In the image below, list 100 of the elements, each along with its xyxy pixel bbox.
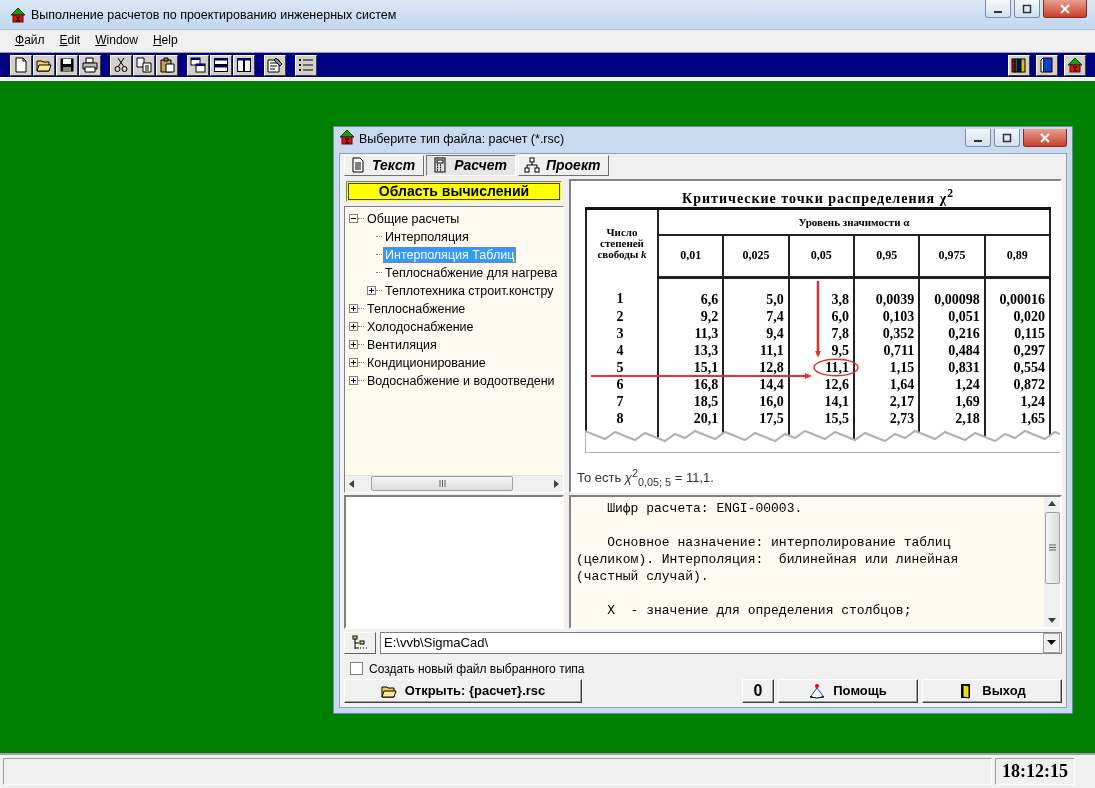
- grip-icon: [1048, 544, 1056, 552]
- table-cell: 6,0: [788, 307, 854, 325]
- properties-button[interactable]: [264, 54, 286, 76]
- expand-icon[interactable]: [349, 376, 358, 386]
- tile-vertical-button[interactable]: [233, 54, 255, 76]
- house-icon: [339, 129, 355, 145]
- column-header: Уровень значимости α: [658, 208, 1050, 235]
- home-icon: [1067, 57, 1083, 73]
- list-button[interactable]: [295, 54, 317, 76]
- dialog-title: Выберите тип файла: расчет (*.rsc): [359, 132, 565, 146]
- scroll-left-icon[interactable]: [348, 479, 355, 488]
- minimize-button[interactable]: [985, 0, 1011, 18]
- expand-icon[interactable]: [349, 322, 358, 332]
- tree-item[interactable]: Общие расчеты: [365, 210, 462, 227]
- table-cell: 0,216: [919, 324, 985, 342]
- table-cell: 6: [586, 375, 658, 393]
- checkbox[interactable]: [350, 662, 363, 676]
- table-cell: 7: [586, 392, 658, 410]
- cut-button[interactable]: [110, 54, 132, 76]
- tree-item[interactable]: Интерполяция: [383, 228, 471, 245]
- table-cell: 1: [586, 277, 658, 308]
- table-cell: 1,24: [984, 392, 1050, 410]
- tile-vertical-icon: [236, 57, 252, 73]
- home-button[interactable]: [1064, 54, 1086, 76]
- books-button[interactable]: [1008, 54, 1030, 76]
- tree-item[interactable]: Водоснабжение и водоотведени: [365, 372, 557, 389]
- tree-item[interactable]: Кондиционирование: [365, 354, 488, 371]
- properties-icon: [267, 57, 283, 73]
- table-cell: 0,872: [984, 375, 1050, 393]
- scroll-down-icon[interactable]: [1048, 617, 1056, 624]
- menu-item[interactable]: Файл: [8, 31, 53, 49]
- scissors-icon: [113, 57, 129, 73]
- open-button[interactable]: Открыть: {расчет}.rsc: [344, 678, 582, 703]
- column-header: 0,89: [984, 234, 1050, 278]
- exit-button[interactable]: Выход: [922, 678, 1062, 703]
- table-cell: 12,6: [788, 375, 854, 393]
- table-cell: 0,831: [919, 358, 985, 376]
- open-folder-button[interactable]: [33, 54, 55, 76]
- expand-icon[interactable]: [349, 358, 358, 368]
- column-header: 0,01: [658, 234, 724, 278]
- tile-horizontal-button[interactable]: [210, 54, 232, 76]
- book-button[interactable]: [1036, 54, 1058, 76]
- minimize-button[interactable]: [965, 129, 991, 147]
- copy-button[interactable]: [133, 54, 155, 76]
- maximize-icon: [1022, 3, 1032, 14]
- table-cell: 0,00098: [919, 277, 985, 308]
- expand-icon[interactable]: [349, 304, 358, 314]
- expand-icon[interactable]: [367, 286, 376, 296]
- path-combobox[interactable]: E:\vvb\SigmaCad\: [380, 631, 1062, 654]
- tree-item[interactable]: Теплоснабжение: [365, 300, 468, 317]
- table-cell: 5,0: [723, 277, 789, 308]
- tree-item[interactable]: Теплотехника строит.констру: [383, 282, 556, 299]
- tree-item[interactable]: Холодоснабжение: [365, 318, 476, 335]
- tree-icon: [352, 634, 368, 651]
- browse-button[interactable]: [344, 631, 376, 654]
- grip-icon: [438, 480, 446, 488]
- tree-item[interactable]: Вентиляция: [365, 336, 439, 353]
- hierarchy-icon: [523, 157, 540, 174]
- maximize-icon: [1002, 132, 1012, 143]
- tree-item[interactable]: Теплоснабжение для нагрева: [383, 264, 560, 281]
- menu-item[interactable]: Window: [88, 31, 146, 49]
- table-cell: 12,8: [723, 358, 789, 376]
- expand-icon[interactable]: [349, 340, 358, 350]
- table-title: Критические точки распределения χ$^{2}$: [681, 185, 955, 207]
- menu-item[interactable]: Help: [145, 31, 186, 49]
- tab[interactable]: Расчет: [426, 155, 516, 176]
- table-cell: 3,8: [788, 277, 854, 308]
- scroll-right-icon[interactable]: [553, 479, 560, 488]
- maximize-button[interactable]: [1014, 0, 1040, 18]
- table-cell: 2,18: [919, 409, 985, 427]
- clock-text: 18:12:15: [995, 758, 1075, 785]
- scroll-up-icon[interactable]: [1048, 499, 1056, 506]
- paste-button[interactable]: [156, 54, 178, 76]
- close-button[interactable]: [1023, 129, 1067, 147]
- table-cell: 9,5: [788, 341, 854, 359]
- tab[interactable]: Текст: [344, 155, 425, 176]
- table-cell: 1,15: [854, 358, 920, 376]
- collapse-icon[interactable]: [349, 214, 358, 224]
- maximize-button[interactable]: [994, 129, 1020, 147]
- description-text: Шифр расчета: ENGI-00003.: [606, 499, 804, 517]
- print-button[interactable]: [79, 54, 101, 76]
- document-icon: [350, 157, 366, 174]
- house-icon: [10, 6, 26, 23]
- table-cell: 14,1: [788, 392, 854, 410]
- new-file-icon: [13, 57, 29, 73]
- new-file-button[interactable]: [10, 54, 32, 76]
- cascade-windows-button[interactable]: [187, 54, 209, 76]
- counter-button[interactable]: 0: [742, 678, 774, 703]
- tab[interactable]: Проект: [517, 155, 610, 176]
- table-cell: 0,020: [984, 307, 1050, 325]
- horizontal-scrollbar[interactable]: [345, 474, 563, 492]
- help-button[interactable]: Помощь: [778, 678, 918, 703]
- highlight-ellipse: [813, 358, 859, 377]
- save-button[interactable]: [56, 54, 78, 76]
- menu-item[interactable]: Edit: [52, 31, 89, 49]
- vertical-scrollbar[interactable]: [1044, 496, 1060, 627]
- table-cell: 0,484: [919, 341, 985, 359]
- table-cell: 0,051: [919, 307, 985, 325]
- close-button[interactable]: [1043, 0, 1087, 18]
- table-cell: 3: [586, 324, 658, 342]
